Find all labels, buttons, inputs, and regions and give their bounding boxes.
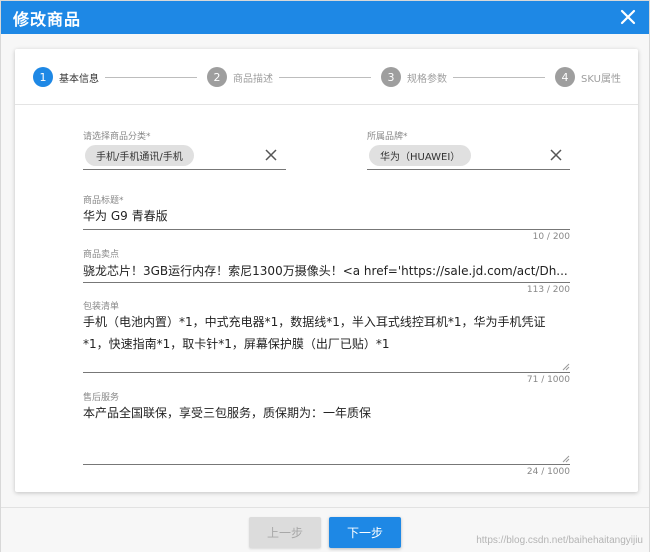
previous-step-button[interactable]: 上一步 [249,517,321,548]
step-spec-params[interactable]: 3 规格参数 [381,67,447,87]
brand-chip[interactable]: 华为（HUAWEI） [369,145,472,166]
category-label: 请选择商品分类* [83,132,151,142]
step-number: 1 [33,67,53,87]
dialog-title-bar: 修改商品 [1,1,649,34]
package-list-textarea[interactable]: 手机（电池内置）*1，中式充电器*1，数据线*1，半入耳式线控耳机*1，华为手机… [83,311,570,357]
step-number: 4 [555,67,575,87]
selling-point-underline [83,282,570,283]
step-connector [279,77,371,78]
title-input[interactable]: 华为 G9 青春版 [83,207,570,224]
title-underline [83,229,570,230]
brand-label: 所属品牌* [367,132,408,142]
category-chip[interactable]: 手机/手机通讯/手机 [85,145,194,166]
stepper: 1 基本信息 2 商品描述 3 规格参数 4 SKU属性 [15,49,638,105]
package-list-counter: 71 / 1000 [526,375,570,385]
step-label: SKU属性 [581,73,621,85]
after-service-counter: 24 / 1000 [526,467,570,477]
after-service-textarea[interactable]: 本产品全国联保，享受三包服务，质保期为：一年质保 [83,402,570,448]
close-icon[interactable] [619,8,637,26]
form-card: 1 基本信息 2 商品描述 3 规格参数 4 SKU属性 请选择商品分类* 手机… [15,49,638,492]
step-connector [453,77,545,78]
brand-underline [367,169,570,170]
dialog-title: 修改商品 [13,10,82,29]
step-number: 3 [381,67,401,87]
step-connector [105,77,197,78]
step-label: 商品描述 [233,73,273,85]
after-service-underline [83,464,570,465]
step-number: 2 [207,67,227,87]
step-label: 规格参数 [407,73,447,85]
step-description[interactable]: 2 商品描述 [207,67,273,87]
title-counter: 10 / 200 [532,232,570,242]
watermark: https://blog.csdn.net/baihehaitangyijiu [476,535,643,546]
package-list-underline [83,372,570,373]
step-label: 基本信息 [59,73,99,85]
dialog-footer: 上一步 下一步 https://blog.csdn.net/baihehaita… [1,507,649,552]
next-step-button[interactable]: 下一步 [329,517,401,548]
resize-handle-icon[interactable] [562,455,570,463]
selling-point-label: 商品卖点 [83,250,120,260]
clear-brand-icon[interactable] [550,149,562,161]
step-basic-info[interactable]: 1 基本信息 [33,67,99,87]
selling-point-counter: 113 / 200 [526,285,570,295]
step-sku-attributes[interactable]: 4 SKU属性 [555,67,621,87]
category-underline [83,169,286,170]
selling-point-input[interactable]: 骁龙芯片！3GB运行内存！索尼1300万摄像头！<a href='https:/… [83,262,570,279]
edit-product-dialog: 修改商品 1 基本信息 2 商品描述 3 规格参数 4 SKU属性 请选择商品分… [0,0,650,552]
resize-handle-icon[interactable] [562,363,570,371]
clear-category-icon[interactable] [265,149,277,161]
title-label: 商品标题* [83,196,124,206]
